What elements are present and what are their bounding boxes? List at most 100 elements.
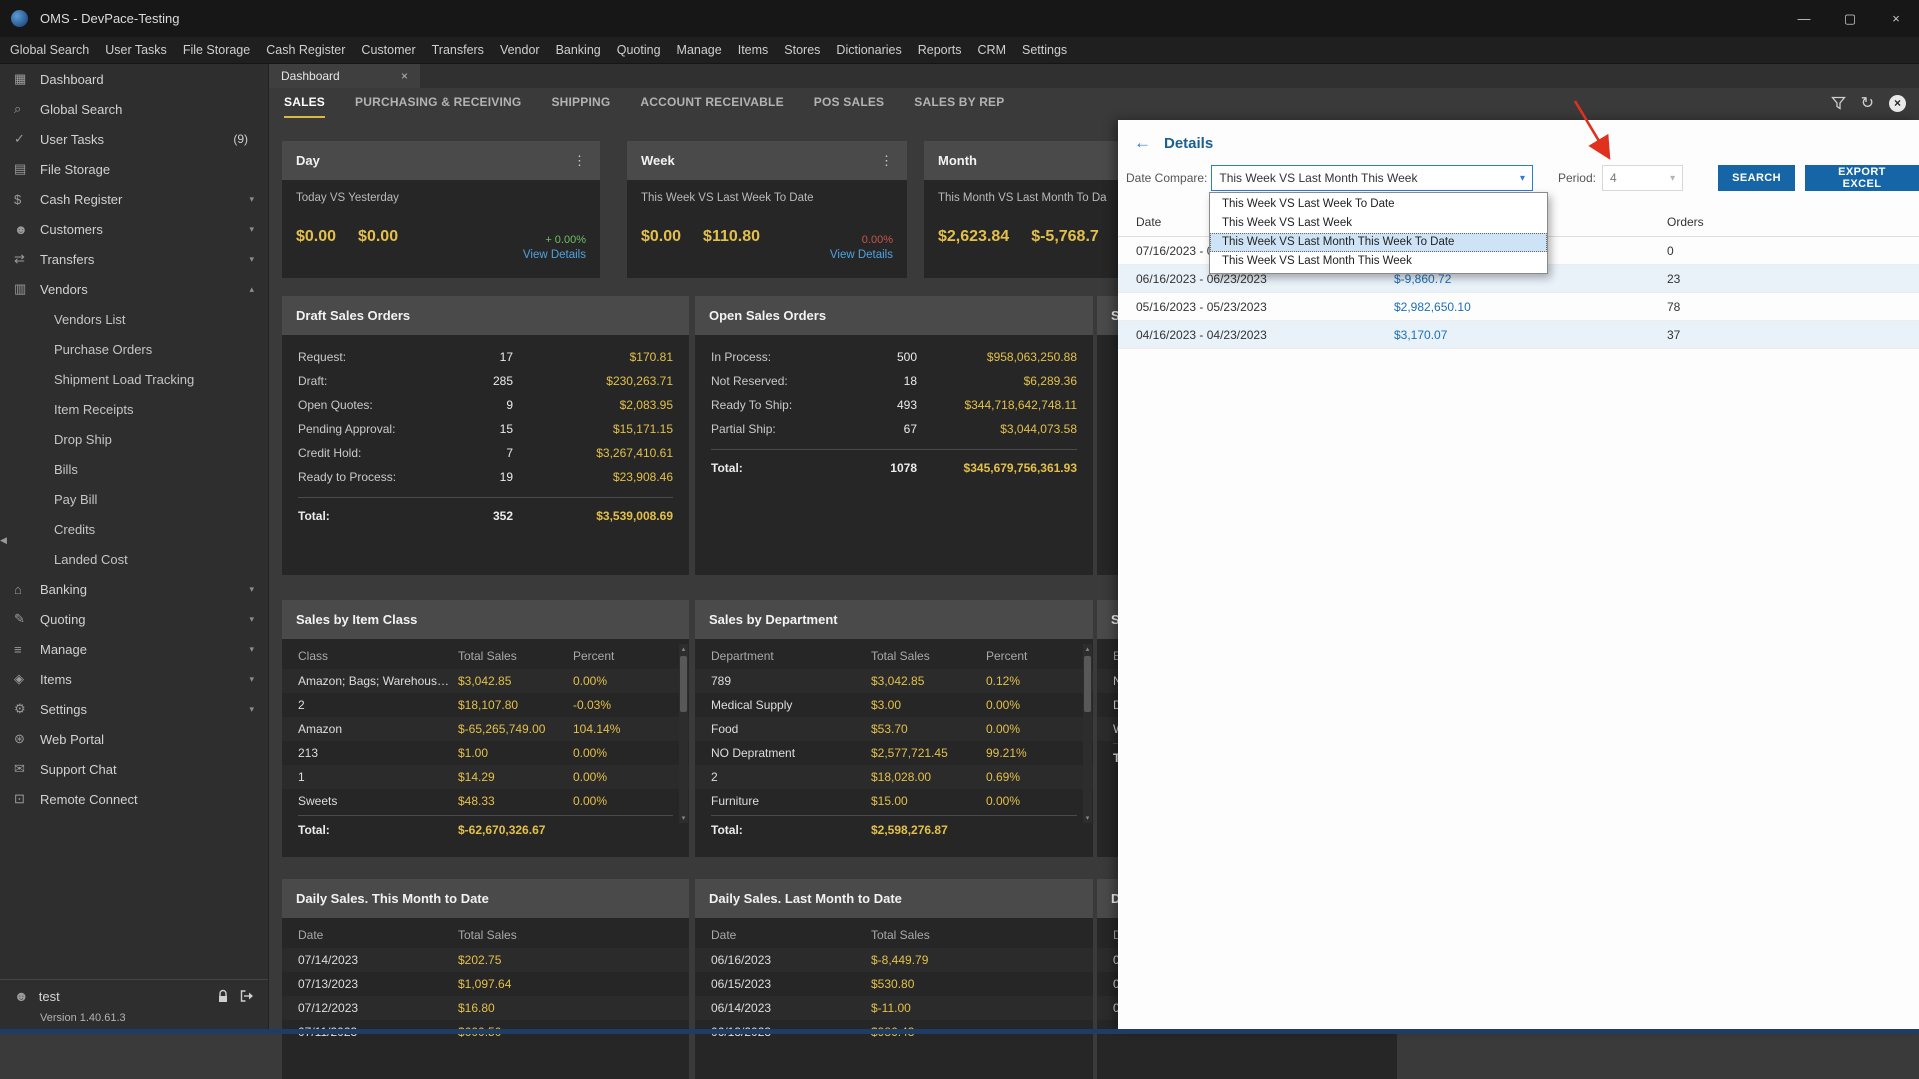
date-compare-select[interactable]: This Week VS Last Month This Week ▾ <box>1211 165 1533 191</box>
maximize-button[interactable]: ▢ <box>1827 0 1873 37</box>
subtab-shipping[interactable]: SHIPPING <box>551 88 610 118</box>
sidebar-item-dashboard[interactable]: ▦ Dashboard <box>0 64 268 94</box>
back-icon[interactable]: ← <box>1134 133 1151 153</box>
stat-amount: $2,083.95 <box>513 398 673 412</box>
view-details-link[interactable]: View Details <box>830 249 893 261</box>
sidebar-item-badge: (9) <box>233 132 248 146</box>
menu-item-reports[interactable]: Reports <box>910 37 970 64</box>
minimize-button[interactable]: — <box>1781 0 1827 37</box>
close-dashboard-icon[interactable]: × <box>1889 95 1906 112</box>
table-row: 2 $18,028.00 0.69% <box>695 765 1093 789</box>
menu-item-dictionaries[interactable]: Dictionaries <box>828 37 909 64</box>
scrollbar-thumb[interactable] <box>1084 656 1091 712</box>
stat-count: 7 <box>453 446 513 460</box>
sidebar-item-remote-connect[interactable]: ⊡ Remote Connect <box>0 784 268 814</box>
chevron-icon: ▾ <box>249 704 254 715</box>
table-row: Amazon $-65,265,749.00 104.14% <box>282 717 689 741</box>
sidebar-item-vendors[interactable]: ▥ Vendors ▴ <box>0 274 268 304</box>
menu-item-customer[interactable]: Customer <box>353 37 423 64</box>
dropdown-option-this-week-vs-last-week-to-date[interactable]: This Week VS Last Week To Date <box>1210 195 1547 214</box>
menu-item-transfers[interactable]: Transfers <box>424 37 492 64</box>
chevron-icon: ▾ <box>249 644 254 655</box>
sidebar-item-customers[interactable]: ☻ Customers ▾ <box>0 214 268 244</box>
value-previous: $0.00 <box>358 228 398 246</box>
card-title: Daily Sales. This Month to Date <box>296 891 489 906</box>
export-excel-button[interactable]: EXPORT EXCEL <box>1805 165 1919 191</box>
scrollbar[interactable]: ▴▾ <box>679 644 688 823</box>
table-row: 2 $18,107.80 -0.03% <box>282 693 689 717</box>
sidebar-item-cash-register[interactable]: $ Cash Register ▾ <box>0 184 268 214</box>
sidebar-item-quoting[interactable]: ✎ Quoting ▾ <box>0 604 268 634</box>
sidebar-item-user-tasks[interactable]: ✓ User Tasks (9) <box>0 124 268 154</box>
details-table-row[interactable]: 05/16/2023 - 05/23/2023 $2,982,650.10 78 <box>1118 293 1919 321</box>
sidebar-item-label: Banking <box>40 582 243 597</box>
sidebar-item-pay-bill[interactable]: Pay Bill <box>0 484 268 514</box>
filter-icon[interactable] <box>1831 96 1846 110</box>
close-tab-icon[interactable]: × <box>401 69 408 83</box>
dropdown-option-this-week-vs-last-month-this-week-to-date[interactable]: This Week VS Last Month This Week To Dat… <box>1210 233 1547 252</box>
sidebar-item-purchase-orders[interactable]: Purchase Orders <box>0 334 268 364</box>
subtab-pos-sales[interactable]: POS SALES <box>814 88 884 118</box>
sidebar-item-vendors-list[interactable]: Vendors List <box>0 304 268 334</box>
menu-item-quoting[interactable]: Quoting <box>609 37 669 64</box>
scrollbar-thumb[interactable] <box>680 656 687 712</box>
menu-item-banking[interactable]: Banking <box>548 37 609 64</box>
lock-icon[interactable] <box>217 989 229 1003</box>
dropdown-option-this-week-vs-last-month-this-week[interactable]: This Week VS Last Month This Week <box>1210 252 1547 271</box>
sidebar-item-support-chat[interactable]: ✉ Support Chat <box>0 754 268 784</box>
sidebar-nav: ▦ Dashboard ⌕ Global Search ✓ User Tasks… <box>0 64 268 814</box>
sidebar-item-global-search[interactable]: ⌕ Global Search <box>0 94 268 124</box>
sidebar-item-landed-cost[interactable]: Landed Cost <box>0 544 268 574</box>
dropdown-option-this-week-vs-last-week[interactable]: This Week VS Last Week <box>1210 214 1547 233</box>
menu-item-global-search[interactable]: Global Search <box>2 37 97 64</box>
value-previous: $-5,768.7 <box>1031 228 1099 246</box>
sidebar-item-items[interactable]: ◈ Items ▾ <box>0 664 268 694</box>
scrollbar[interactable]: ▴▾ <box>1083 644 1092 823</box>
stat-row: Credit Hold: 7 $3,267,410.61 <box>282 441 689 465</box>
sidebar-item-settings[interactable]: ⚙ Settings ▾ <box>0 694 268 724</box>
sidebar-item-item-receipts[interactable]: Item Receipts <box>0 394 268 424</box>
menu-item-items[interactable]: Items <box>730 37 777 64</box>
search-button[interactable]: SEARCH <box>1718 165 1795 191</box>
stat-count: 67 <box>861 422 917 436</box>
subtab-account-receivable[interactable]: ACCOUNT RECEIVABLE <box>640 88 783 118</box>
app-logo-icon <box>11 10 28 27</box>
sidebar-item-drop-ship[interactable]: Drop Ship <box>0 424 268 454</box>
subtab-purchasing-receiving[interactable]: PURCHASING & RECEIVING <box>355 88 521 118</box>
details-title: Details <box>1164 135 1213 152</box>
subtab-sales-by-rep[interactable]: SALES BY REP <box>914 88 1004 118</box>
sidebar-item-file-storage[interactable]: ▤ File Storage <box>0 154 268 184</box>
menu-item-stores[interactable]: Stores <box>776 37 828 64</box>
sidebar-item-manage[interactable]: ≡ Manage ▾ <box>0 634 268 664</box>
menu-item-user-tasks[interactable]: User Tasks <box>97 37 175 64</box>
compare-label: Today VS Yesterday <box>296 192 586 204</box>
sidebar-item-transfers[interactable]: ⇄ Transfers ▾ <box>0 244 268 274</box>
compare-label: This Week VS Last Week To Date <box>641 192 893 204</box>
subtab-sales[interactable]: SALES <box>284 88 325 118</box>
refresh-icon[interactable]: ↻ <box>1861 93 1874 113</box>
view-details-link[interactable]: View Details <box>523 249 586 261</box>
sidebar-item-bills[interactable]: Bills <box>0 454 268 484</box>
details-table-row[interactable]: 04/16/2023 - 04/23/2023 $3,170.07 37 <box>1118 321 1919 349</box>
menu-item-cash-register[interactable]: Cash Register <box>258 37 353 64</box>
chevron-icon: ▾ <box>249 674 254 685</box>
card-menu-icon[interactable]: ⋮ <box>880 153 893 169</box>
menu-item-vendor[interactable]: Vendor <box>492 37 548 64</box>
sidebar-collapse-handle[interactable]: ◀ <box>0 535 7 546</box>
card-menu-icon[interactable]: ⋮ <box>573 153 586 169</box>
close-window-button[interactable]: × <box>1873 0 1919 37</box>
menu-item-settings[interactable]: Settings <box>1014 37 1075 64</box>
sidebar-item-label: Quoting <box>40 612 243 627</box>
menu-item-manage[interactable]: Manage <box>669 37 730 64</box>
sidebar-item-banking[interactable]: ⌂ Banking ▾ <box>0 574 268 604</box>
sales-by-item-class-card: Sales by Item Class ClassTotal SalesPerc… <box>282 600 689 857</box>
menu-item-file-storage[interactable]: File Storage <box>175 37 258 64</box>
logout-icon[interactable] <box>239 989 254 1003</box>
sidebar-item-shipment-load-tracking[interactable]: Shipment Load Tracking <box>0 364 268 394</box>
tab-dashboard[interactable]: Dashboard × <box>269 64 420 88</box>
stat-amount: $3,267,410.61 <box>513 446 673 460</box>
sidebar-item-credits[interactable]: Credits <box>0 514 268 544</box>
menu-item-crm[interactable]: CRM <box>970 37 1014 64</box>
day-card: Day⋮ Today VS Yesterday $0.00$0.00 + 0.0… <box>282 141 600 278</box>
sidebar-item-web-portal[interactable]: ⊛ Web Portal <box>0 724 268 754</box>
